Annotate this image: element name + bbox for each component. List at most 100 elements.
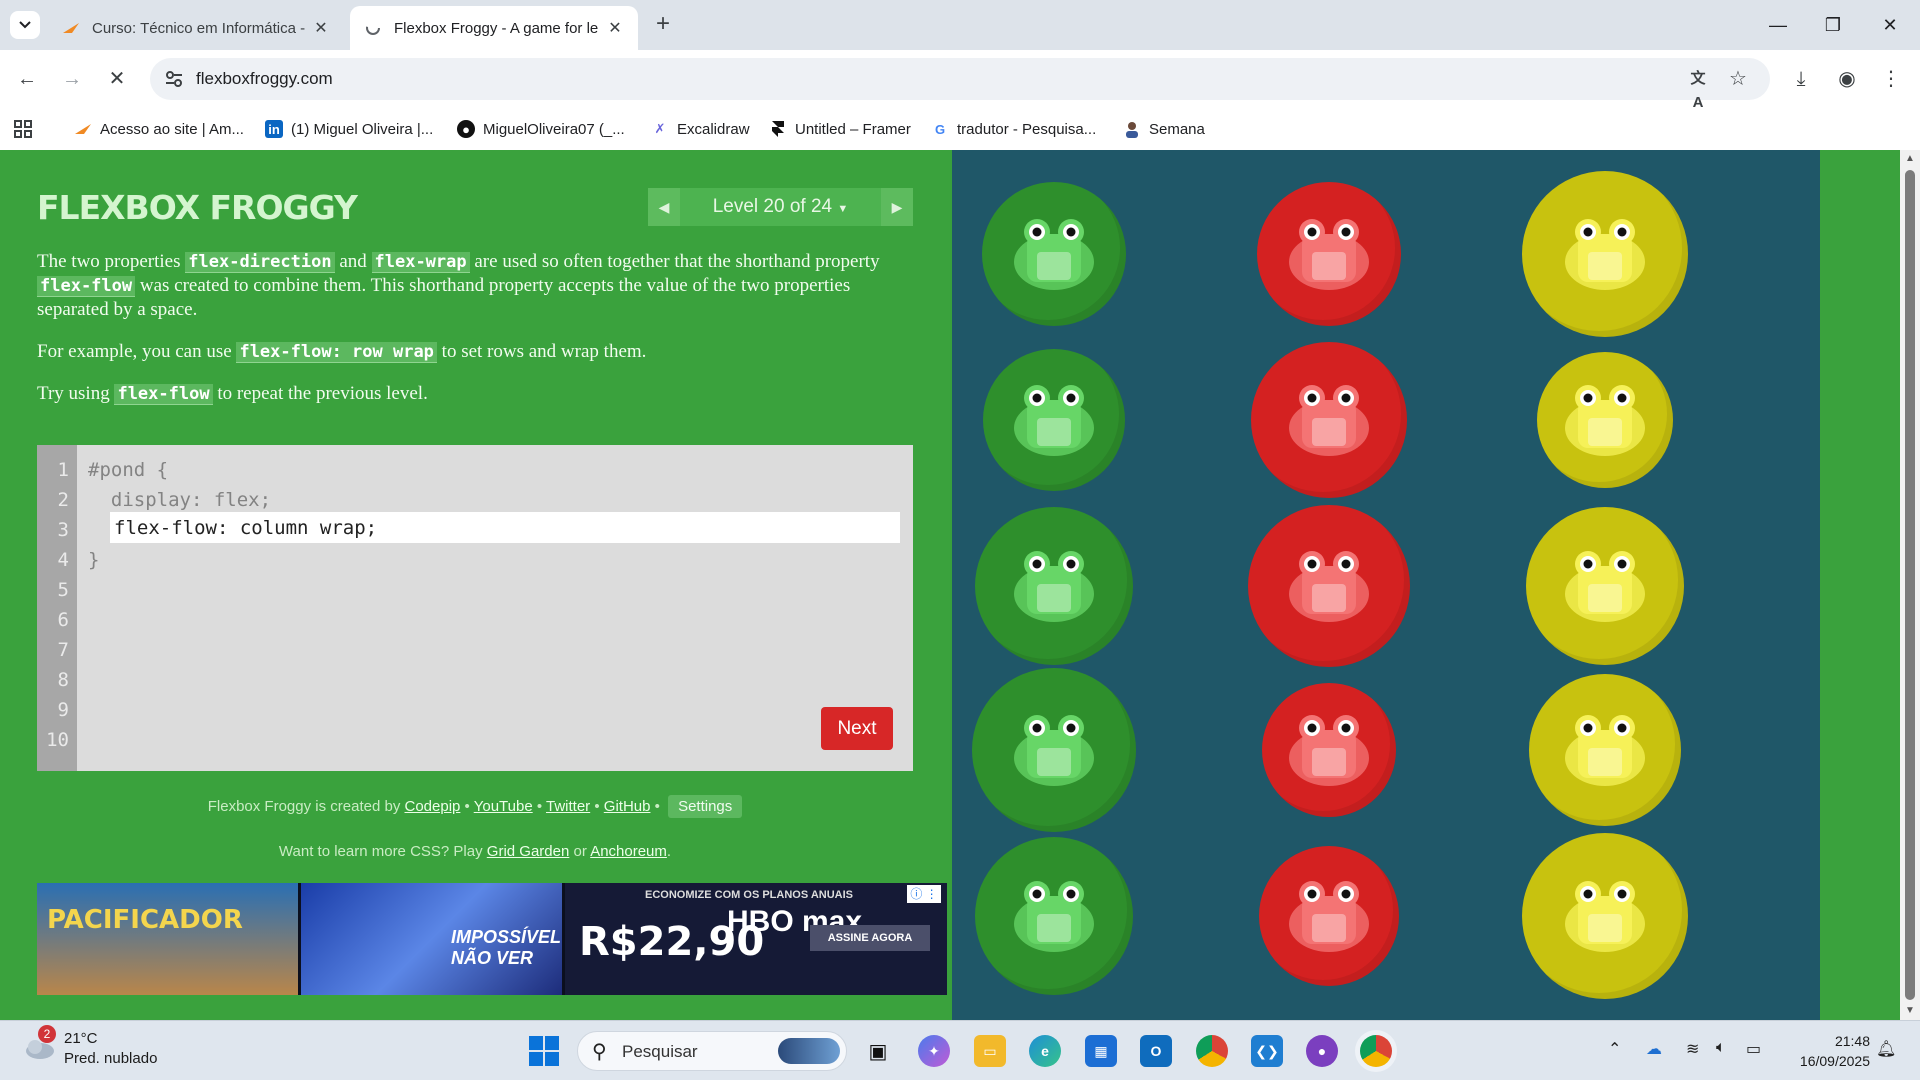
text: to repeat the previous level. [212, 383, 428, 404]
codepip-link[interactable]: Codepip [405, 798, 461, 815]
level-navigation: ◀ Level 20 of 24 ▼ ▶ [648, 188, 913, 226]
github-desktop-icon[interactable]: ● [1306, 1035, 1338, 1067]
tab-flexbox-froggy[interactable]: Flexbox Froggy - A game for le ✕ [350, 6, 638, 50]
level-indicator[interactable]: Level 20 of 24 ▼ [688, 188, 873, 226]
code-line: display: flex; [88, 489, 272, 511]
chrome-icon[interactable] [1196, 1035, 1228, 1067]
text: was created to combine them. This shorth… [37, 275, 851, 320]
site-info-icon[interactable] [164, 69, 184, 89]
new-tab-button[interactable]: + [650, 12, 676, 38]
bookmark-tradutor[interactable]: G tradutor - Pesquisa... [931, 118, 1096, 140]
twitter-link[interactable]: Twitter [546, 798, 590, 815]
close-icon[interactable]: ✕ [606, 18, 624, 38]
tab-search-button[interactable] [10, 11, 40, 39]
chrome-active-icon[interactable] [1360, 1035, 1392, 1067]
forward-button[interactable]: → [57, 64, 87, 94]
stop-loading-button[interactable]: ✕ [102, 64, 132, 94]
frog-yellow [1565, 715, 1645, 786]
restore-button[interactable]: ❐ [1813, 10, 1853, 40]
profile-icon[interactable]: ◉ [1832, 64, 1862, 94]
translate-icon[interactable]: 文A [1686, 67, 1710, 111]
scrollbar-thumb[interactable] [1905, 170, 1915, 1000]
next-level-button[interactable]: ▶ [881, 188, 913, 226]
outlook-icon[interactable]: O [1140, 1035, 1172, 1067]
frog-yellow [1565, 219, 1645, 290]
address-bar[interactable]: flexboxfroggy.com 文A ☆ [150, 58, 1770, 111]
scroll-down-icon[interactable]: ▼ [1904, 1005, 1916, 1017]
show-hidden-icons[interactable]: ⌃ [1608, 1039, 1621, 1059]
ad-champions[interactable]: IMPOSSÍVEL NÃO VER [301, 883, 562, 995]
instruction-paragraph: For example, you can use flex-flow: row … [37, 340, 907, 364]
grid-garden-link[interactable]: Grid Garden [487, 843, 570, 860]
ad-text: PACIFICADOR [47, 905, 243, 935]
framer-icon [769, 120, 787, 138]
css-code-input[interactable] [110, 512, 900, 543]
bookmark-excalidraw[interactable]: ✗ Excalidraw [651, 118, 750, 140]
youtube-link[interactable]: YouTube [474, 798, 533, 815]
vscode-icon[interactable]: ❮❯ [1251, 1035, 1283, 1067]
instruction-paragraph: Try using flex-flow to repeat the previo… [37, 382, 907, 406]
loading-spinner-icon [364, 19, 382, 37]
orange-arrow-icon [62, 19, 80, 37]
notification-badge: 2 [38, 1025, 56, 1043]
bookmark-label: Untitled – Framer [795, 120, 911, 138]
menu-icon[interactable]: ⋮ [1876, 64, 1906, 94]
close-window-button[interactable]: ✕ [1870, 10, 1910, 40]
windows-start-icon[interactable] [529, 1036, 559, 1066]
line-number: 1 [57, 459, 69, 481]
code-line: } [88, 549, 100, 571]
instructions: The two properties flex-direction and fl… [37, 250, 907, 424]
weather-desc: Pred. nublado [64, 1050, 158, 1067]
line-number: 2 [57, 489, 69, 511]
tab-curso[interactable]: Curso: Técnico em Informática - ✕ [48, 6, 344, 50]
notifications-bell-icon[interactable]: 🔔︎ [1876, 1039, 1896, 1059]
code-example: flex-flow: row wrap [236, 342, 437, 363]
page-margin [1820, 150, 1900, 1020]
store-icon[interactable]: ▦ [1085, 1035, 1117, 1067]
caret-down-icon: ▼ [837, 203, 849, 215]
scrollbar[interactable]: ▲ ▼ [1900, 150, 1920, 1020]
edge-icon[interactable]: e [1029, 1035, 1061, 1067]
ad-info-icon[interactable]: ⓘ ⋮ [907, 885, 941, 903]
url-text: flexboxfroggy.com [196, 69, 333, 88]
code-flex-wrap: flex-wrap [371, 252, 470, 273]
bookmark-linkedin[interactable]: in (1) Miguel Oliveira |... [265, 118, 433, 140]
level-label: Level 20 of 24 [712, 196, 833, 217]
file-explorer-icon[interactable]: ▭ [974, 1035, 1006, 1067]
avatar-icon [1123, 120, 1141, 138]
frog-red [1289, 715, 1369, 786]
ad-hbo-max[interactable]: ECONOMIZE COM OS PLANOS ANUAIS R$22,90 H… [565, 883, 947, 995]
taskbar-search[interactable]: ⚲ Pesquisar [577, 1031, 847, 1071]
anchoreum-link[interactable]: Anchoreum [590, 843, 667, 860]
bookmark-semana[interactable]: Semana [1123, 118, 1205, 140]
previous-level-button[interactable]: ◀ [648, 188, 680, 226]
browser-toolbar: ← → ✕ flexboxfroggy.com 文A ☆ ⤓ ◉ ⋮ [0, 50, 1920, 111]
bookmark-star-icon[interactable]: ☆ [1726, 67, 1750, 91]
wifi-icon[interactable]: ≋ [1686, 1039, 1699, 1059]
scroll-up-icon[interactable]: ▲ [1904, 153, 1916, 165]
onedrive-icon[interactable]: ☁ [1646, 1039, 1662, 1059]
text: to set rows and wrap them. [436, 341, 647, 362]
frog-green [1014, 715, 1094, 786]
bookmark-framer[interactable]: Untitled – Framer [769, 118, 911, 140]
bookmark-github[interactable]: ● MiguelOliveira07 (_... [457, 118, 625, 140]
bookmark-acesso[interactable]: Acesso ao site | Am... [74, 118, 244, 140]
apps-icon[interactable] [14, 118, 32, 140]
close-icon[interactable]: ✕ [312, 18, 330, 38]
ad-cta-button[interactable]: ASSINE AGORA [810, 925, 930, 951]
weather-temp: 21°C [64, 1030, 98, 1047]
copilot-icon[interactable]: ✦ [918, 1035, 950, 1067]
weather-widget[interactable]: 2 21°C Pred. nublado [22, 1025, 158, 1069]
volume-icon[interactable]: 🔈︎ [1716, 1039, 1726, 1057]
system-clock[interactable]: 21:48 16/09/2025 [1786, 1031, 1870, 1071]
advertisement-banner[interactable]: PACIFICADOR IMPOSSÍVEL NÃO VER ECONOMIZE… [37, 883, 947, 995]
download-icon[interactable]: ⤓ [1786, 64, 1816, 94]
github-link[interactable]: GitHub [604, 798, 651, 815]
settings-button[interactable]: Settings [668, 795, 743, 818]
back-button[interactable]: ← [12, 64, 42, 94]
minimize-button[interactable]: — [1758, 10, 1798, 40]
task-view-icon[interactable]: ▣ [862, 1035, 894, 1067]
battery-icon[interactable]: ▭ [1746, 1039, 1761, 1059]
ad-pacificador[interactable]: PACIFICADOR [37, 883, 298, 995]
next-button[interactable]: Next [821, 707, 893, 750]
